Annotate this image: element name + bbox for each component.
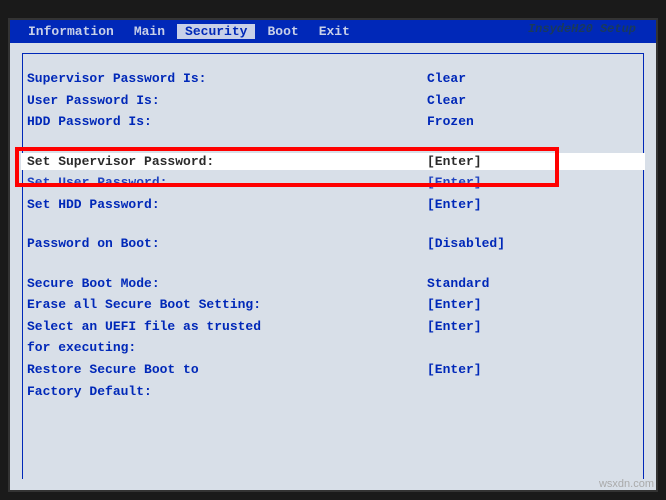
brand-label: InsydeH20 Setup [528,22,636,36]
value-restore-secure-boot-cont [427,383,627,401]
label-select-uefi-file: Select an UEFI file as trusted [27,318,427,336]
row-supervisor-password-is: Supervisor Password Is: Clear [27,70,639,88]
value-hdd-password-is: Frozen [427,113,627,131]
value-select-uefi-file: [Enter] [427,318,627,336]
bios-screen: InsydeH20 Setup Information Main Securit… [8,18,658,492]
row-select-uefi-file[interactable]: Select an UEFI file as trusted [Enter] [27,318,639,336]
value-erase-secure-boot: [Enter] [427,296,627,314]
value-set-supervisor-password: [Enter] [427,153,627,171]
label-restore-secure-boot-cont: Factory Default: [27,383,427,401]
label-hdd-password-is: HDD Password Is: [27,113,427,131]
value-user-password-is: Clear [427,92,627,110]
gap [27,257,639,275]
row-set-user-password[interactable]: Set User Password: [Enter] [27,174,639,192]
inner-border: Supervisor Password Is: Clear User Passw… [22,53,644,479]
label-supervisor-password-is: Supervisor Password Is: [27,70,427,88]
value-set-hdd-password: [Enter] [427,196,627,214]
label-select-uefi-file-cont: for executing: [27,339,427,357]
label-password-on-boot: Password on Boot: [27,235,427,253]
row-password-on-boot[interactable]: Password on Boot: [Disabled] [27,235,639,253]
label-erase-secure-boot: Erase all Secure Boot Setting: [27,296,427,314]
label-secure-boot-mode: Secure Boot Mode: [27,275,427,293]
row-restore-secure-boot[interactable]: Restore Secure Boot to [Enter] [27,361,639,379]
gap [27,217,639,235]
label-set-user-password: Set User Password: [27,174,427,192]
value-supervisor-password-is: Clear [427,70,627,88]
row-restore-secure-boot-cont: Factory Default: [27,383,639,401]
gap [27,135,639,153]
value-select-uefi-file-cont [427,339,627,357]
row-set-hdd-password[interactable]: Set HDD Password: [Enter] [27,196,639,214]
row-hdd-password-is: HDD Password Is: Frozen [27,113,639,131]
label-restore-secure-boot: Restore Secure Boot to [27,361,427,379]
label-set-hdd-password: Set HDD Password: [27,196,427,214]
row-user-password-is: User Password Is: Clear [27,92,639,110]
value-restore-secure-boot: [Enter] [427,361,627,379]
brand-bar: InsydeH20 Setup [10,22,656,38]
content-area: Supervisor Password Is: Clear User Passw… [10,43,656,489]
watermark: wsxdn.com [599,478,654,490]
row-select-uefi-file-cont: for executing: [27,339,639,357]
row-erase-secure-boot[interactable]: Erase all Secure Boot Setting: [Enter] [27,296,639,314]
row-secure-boot-mode[interactable]: Secure Boot Mode: Standard [27,275,639,293]
row-set-supervisor-password[interactable]: Set Supervisor Password: [Enter] [21,153,645,171]
value-set-user-password: [Enter] [427,174,627,192]
value-secure-boot-mode: Standard [427,275,627,293]
value-password-on-boot: [Disabled] [427,235,627,253]
label-set-supervisor-password: Set Supervisor Password: [27,153,427,171]
label-user-password-is: User Password Is: [27,92,427,110]
